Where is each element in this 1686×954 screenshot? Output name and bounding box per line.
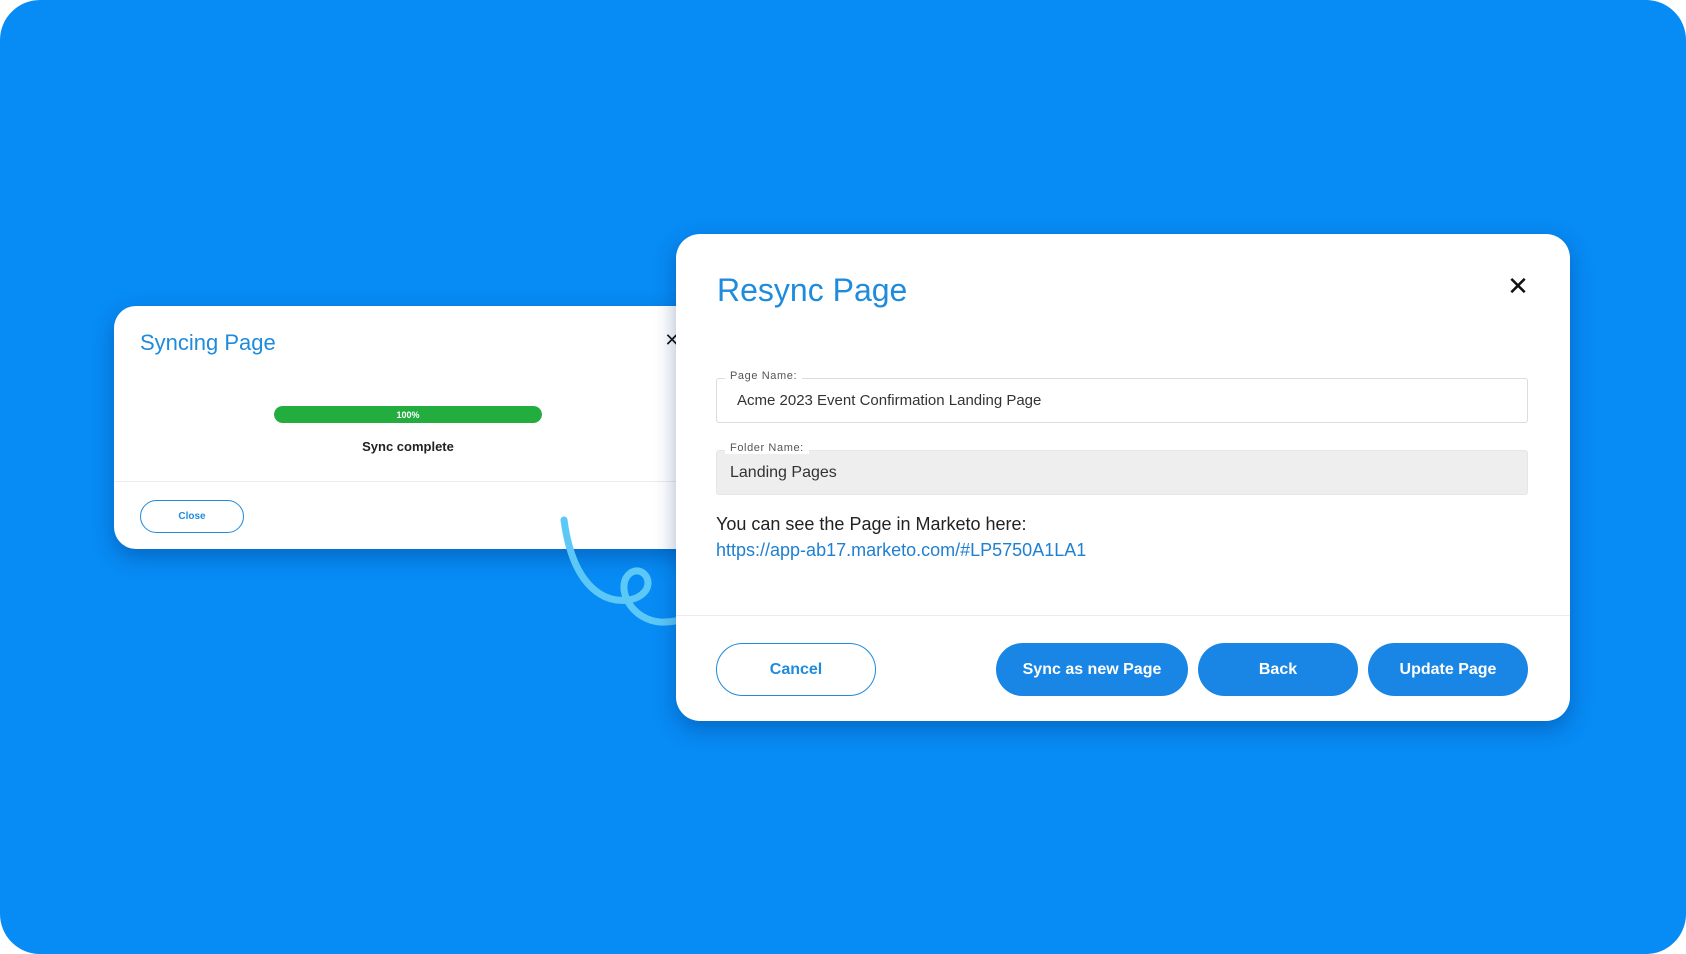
sync-as-new-page-button[interactable]: Sync as new Page	[996, 643, 1188, 696]
dialog-divider	[676, 615, 1570, 616]
resync-page-dialog: Resync Page ✕ Page Name: Acme 2023 Event…	[676, 234, 1570, 721]
cancel-button[interactable]: Cancel	[716, 643, 876, 696]
sync-progress-bar: 100%	[274, 406, 542, 423]
progress-label: 100%	[396, 409, 420, 420]
folder-name-label: Folder Name:	[725, 442, 809, 454]
progress-fill: 100%	[274, 406, 542, 423]
dialog-divider	[114, 481, 702, 482]
sync-status-text: Sync complete	[362, 439, 454, 454]
page-name-field[interactable]: Page Name: Acme 2023 Event Confirmation …	[716, 370, 1528, 423]
marketo-info-text: You can see the Page in Marketo here:	[716, 514, 1027, 534]
resync-dialog-title: Resync Page	[717, 272, 908, 308]
marketo-page-link[interactable]: https://app-ab17.marketo.com/#LP5750A1LA…	[716, 540, 1086, 561]
update-page-button[interactable]: Update Page	[1368, 643, 1528, 696]
close-icon[interactable]: ✕	[1506, 273, 1530, 299]
background-canvas: Syncing Page ✕ 100% Sync complete Close …	[0, 0, 1686, 954]
folder-name-field: Folder Name: Landing Pages	[716, 442, 1528, 495]
folder-name-value: Landing Pages	[730, 464, 837, 481]
page-name-value: Acme 2023 Event Confirmation Landing Pag…	[737, 392, 1042, 409]
syncing-dialog-title: Syncing Page	[140, 330, 276, 355]
close-button[interactable]: Close	[140, 500, 244, 533]
back-button[interactable]: Back	[1198, 643, 1358, 696]
page-name-label: Page Name:	[725, 370, 803, 382]
